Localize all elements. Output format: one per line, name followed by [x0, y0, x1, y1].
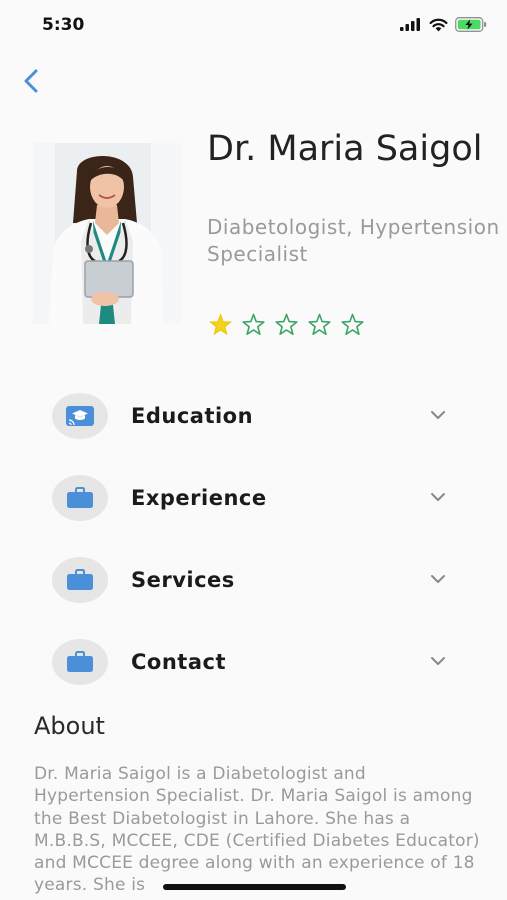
section-label: Contact	[131, 650, 226, 674]
about-title: About	[34, 712, 105, 740]
status-icons	[400, 17, 487, 32]
back-button[interactable]	[18, 64, 48, 98]
icon-badge	[52, 393, 108, 439]
wifi-icon	[429, 18, 448, 31]
status-time: 5:30	[42, 15, 85, 35]
chevron-down-icon[interactable]	[429, 491, 447, 503]
status-bar: 5:30	[0, 0, 507, 50]
section-contact[interactable]: Contact	[52, 639, 452, 689]
section-label: Services	[131, 568, 235, 592]
icon-badge	[52, 639, 108, 685]
chevron-down-icon[interactable]	[429, 655, 447, 667]
about-text: Dr. Maria Saigol is a Diabetologist and …	[34, 764, 480, 896]
home-indicator[interactable]	[163, 884, 346, 890]
education-icon	[66, 406, 94, 426]
chevron-down-icon[interactable]	[429, 573, 447, 585]
section-experience[interactable]: Experience	[52, 475, 452, 525]
briefcase-icon	[67, 487, 93, 508]
icon-badge	[52, 475, 108, 521]
star-filled-icon[interactable]	[208, 313, 233, 337]
star-outline-icon[interactable]	[340, 313, 365, 337]
star-outline-icon[interactable]	[307, 313, 332, 337]
section-label: Education	[131, 404, 254, 428]
doctor-specialty: Diabetologist, Hypertension Specialist	[207, 215, 500, 266]
briefcase-icon	[67, 651, 93, 672]
chevron-down-icon[interactable]	[429, 409, 447, 421]
briefcase-icon	[67, 569, 93, 590]
doctor-photo	[33, 143, 181, 324]
battery-charging-icon	[455, 17, 487, 32]
section-education[interactable]: Education	[52, 393, 452, 443]
rating-stars[interactable]	[208, 313, 365, 337]
doctor-name: Dr. Maria Saigol	[207, 129, 483, 169]
section-label: Experience	[131, 486, 267, 510]
star-outline-icon[interactable]	[241, 313, 266, 337]
chevron-left-icon	[24, 69, 38, 93]
star-outline-icon[interactable]	[274, 313, 299, 337]
section-services[interactable]: Services	[52, 557, 452, 607]
signal-icon	[400, 18, 420, 31]
icon-badge	[52, 557, 108, 603]
